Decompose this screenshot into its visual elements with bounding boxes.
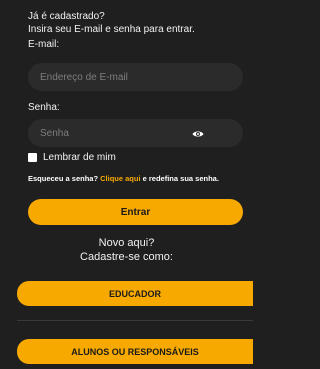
email-label: E-mail: [28,39,60,50]
register-educator-button[interactable]: EDUCADOR [17,281,253,306]
forgot-prefix: Esqueceu a senha? [28,174,101,183]
email-field[interactable] [28,63,243,91]
login-question: Já é cadastrado? [28,11,105,22]
register-students-button[interactable]: ALUNOS OU RESPONSÁVEIS [17,339,253,364]
register-question: Novo aqui? [98,237,155,249]
password-label: Senha: [28,102,60,113]
eye-icon[interactable] [192,127,204,139]
login-button[interactable]: Entrar [28,199,243,225]
login-instruction: Insira seu E-mail e senha para entrar. [28,24,195,35]
forgot-suffix: e redefina sua senha. [140,174,219,183]
remember-me[interactable]: Lembrar de mim [28,152,116,163]
password-field[interactable] [28,119,243,147]
forgot-password-text: Esqueceu a senha? Clique aqui e redefina… [28,174,219,183]
forgot-password-link[interactable]: Clique aqui [100,174,140,183]
login-panel: Já é cadastrado? Insira seu E-mail e sen… [0,0,253,369]
divider [17,320,253,321]
register-prompt: Cadastre-se como: [80,251,173,263]
remember-checkbox[interactable] [28,153,37,162]
remember-label: Lembrar de mim [43,152,116,163]
